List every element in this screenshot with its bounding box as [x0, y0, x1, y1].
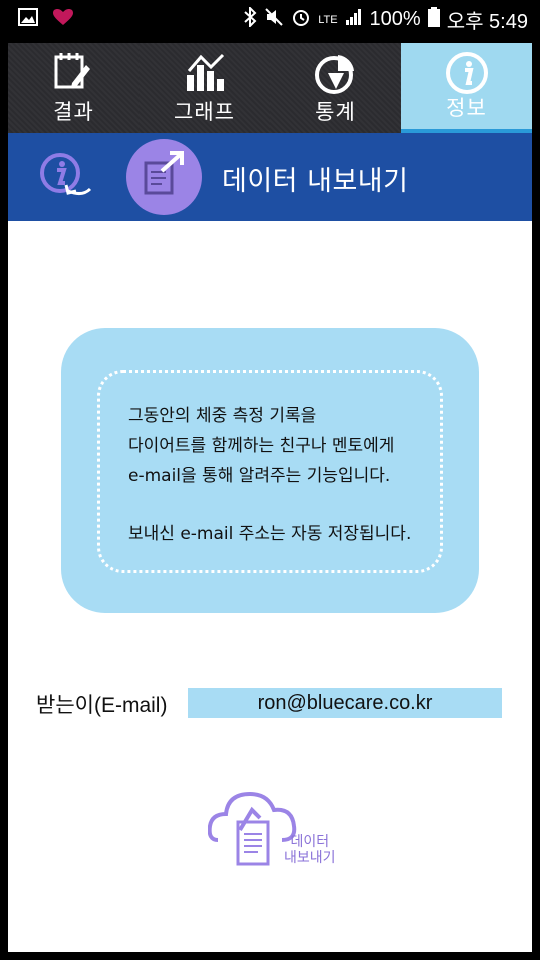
tab-label: 정보: [446, 96, 487, 120]
tab-label: 결과: [53, 100, 94, 124]
tab-label: 그래프: [174, 100, 235, 124]
tab-info[interactable]: 정보: [401, 43, 532, 133]
info-line: 다이어트를 함께하는 친구나 멘토에게: [128, 436, 395, 456]
info-back-icon[interactable]: [38, 151, 94, 211]
signal-icon: [345, 8, 363, 32]
mute-icon: [264, 7, 284, 33]
info-line: e-mail을 통해 알려주는 기능입니다.: [128, 466, 391, 486]
page-title: 데이터 내보내기: [222, 166, 409, 197]
export-header-badge: [126, 139, 202, 215]
info-line: 그동안의 체중 측정 기록을: [128, 406, 317, 426]
page-header: 데이터 내보내기: [8, 133, 532, 221]
tab-stats[interactable]: 통계: [270, 43, 401, 133]
app-frame: 결과 그래프 통계 정보 데이터 내보내기 그동안의 체중 측정 기록을 다이어…: [8, 43, 532, 952]
battery-icon: [427, 6, 440, 33]
gallery-icon: [18, 8, 38, 31]
network-type: LTE: [318, 13, 338, 26]
email-field[interactable]: [188, 688, 502, 718]
document-export-icon: [126, 151, 202, 219]
info-text: 그동안의 체중 측정 기록을 다이어트를 함께하는 친구나 멘토에게 e-mai…: [128, 401, 411, 549]
tab-label: 통계: [315, 100, 356, 124]
clock: 오후 5:49: [446, 11, 528, 33]
battery-percent: 100%: [369, 8, 421, 30]
tab-bar: 결과 그래프 통계 정보: [8, 43, 532, 133]
export-label-line: 데이터: [290, 834, 330, 850]
bluetooth-icon: [243, 5, 257, 33]
export-label-line: 내보내기: [284, 850, 336, 866]
email-label: 받는이(E-mail): [36, 694, 168, 717]
export-data-button[interactable]: 데이터 내보내기: [207, 786, 338, 876]
status-bar: LTE 100% 오후 5:49: [0, 0, 540, 36]
tab-result[interactable]: 결과: [8, 43, 139, 133]
export-button-label: 데이터 내보내기: [284, 834, 336, 866]
info-note: 보내신 e-mail 주소는 자동 저장됩니다.: [128, 524, 412, 544]
heart-icon: [52, 8, 74, 31]
info-box: 그동안의 체중 측정 기록을 다이어트를 함께하는 친구나 멘토에게 e-mai…: [61, 328, 479, 613]
info-box-inner: 그동안의 체중 측정 기록을 다이어트를 함께하는 친구나 멘토에게 e-mai…: [97, 370, 443, 573]
alarm-icon: [291, 7, 311, 33]
tab-graph[interactable]: 그래프: [139, 43, 270, 133]
